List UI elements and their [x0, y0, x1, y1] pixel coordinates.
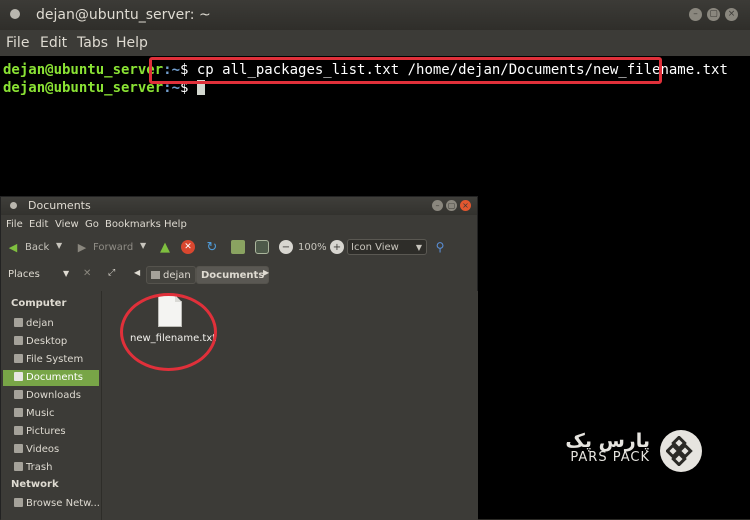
stop-icon[interactable]: ✕ — [181, 240, 195, 254]
sidebar: Computer dejan Desktop File System Docum… — [1, 291, 102, 520]
minimize-icon[interactable]: – — [689, 8, 702, 21]
close-icon[interactable]: × — [460, 200, 471, 211]
sidebar-item-label: Downloads — [26, 390, 81, 401]
view-mode-label: Icon View — [351, 242, 399, 253]
forward-arrow-icon[interactable]: ▶ — [75, 240, 89, 254]
computer-icon[interactable] — [255, 240, 269, 254]
pars-pack-logo — [660, 430, 702, 472]
app-menu-icon[interactable] — [10, 202, 17, 209]
maximize-icon[interactable]: ▢ — [707, 8, 720, 21]
home-icon — [14, 318, 23, 327]
desktop-icon — [14, 336, 23, 345]
file-manager-title: Documents — [28, 199, 91, 212]
crumb-left-arrow-icon[interactable]: ◀ — [134, 268, 140, 277]
zoom-out-icon[interactable]: − — [279, 240, 293, 254]
sidebar-item-label: Music — [26, 408, 55, 419]
sidebar-item-browse-network[interactable]: Browse Netw... — [3, 496, 99, 512]
music-icon — [14, 408, 23, 417]
menu-help[interactable]: Help — [164, 219, 187, 230]
search-icon[interactable]: ⚲ — [433, 240, 447, 254]
terminal-title: dejan@ubuntu_server: ~ — [36, 7, 211, 23]
menu-go[interactable]: Go — [85, 219, 99, 230]
drive-icon — [14, 354, 23, 363]
file-manager-menubar: File Edit View Go Bookmarks Help — [1, 215, 477, 235]
menu-file[interactable]: File — [6, 219, 23, 230]
breadcrumb-dejan[interactable]: dejan — [146, 266, 196, 284]
toggle-location-icon[interactable]: ⤢ — [108, 268, 115, 278]
menu-edit[interactable]: Edit — [40, 35, 67, 51]
sidebar-item-music[interactable]: Music — [3, 406, 99, 422]
trash-icon — [14, 462, 23, 471]
sidebar-heading-computer: Computer — [11, 298, 67, 309]
sidebar-item-label: dejan — [26, 318, 54, 329]
terminal-menubar: File Edit Tabs Help — [0, 30, 750, 56]
sidebar-item-label: Videos — [26, 444, 60, 455]
terminal-titlebar: dejan@ubuntu_server: ~ – ▢ × — [0, 0, 750, 30]
menu-edit[interactable]: Edit — [29, 219, 48, 230]
pars-pack-logo-icon — [666, 436, 693, 466]
sidebar-item-label: Desktop — [26, 336, 68, 347]
sidebar-item-dejan[interactable]: dejan — [3, 316, 99, 332]
file-manager-toolbar: ◀ Back ▼ ▶ Forward ▼ ▲ ✕ ↻ − 100% + Icon… — [1, 235, 477, 260]
videos-icon — [14, 444, 23, 453]
network-icon — [14, 498, 23, 507]
sidebar-item-pictures[interactable]: Pictures — [3, 424, 99, 440]
prompt-user: dejan@ubuntu_server — [3, 62, 164, 78]
crumb-right-arrow-icon[interactable]: ▶ — [263, 268, 269, 277]
download-icon — [14, 390, 23, 399]
pictures-icon — [14, 426, 23, 435]
sidebar-item-downloads[interactable]: Downloads — [3, 388, 99, 404]
forward-dropdown-icon[interactable]: ▼ — [140, 241, 146, 250]
folder-icon — [151, 271, 160, 279]
home-folder-icon[interactable] — [231, 240, 245, 254]
menu-file[interactable]: File — [6, 35, 29, 51]
menu-tabs[interactable]: Tabs — [77, 35, 108, 51]
menu-bookmarks[interactable]: Bookmarks — [105, 219, 161, 230]
prompt-user: dejan@ubuntu_server — [3, 80, 164, 96]
sidebar-item-trash[interactable]: Trash — [3, 460, 99, 476]
location-bar: Places ▼ ✕ ⤢ ◀ dejan Documents ▶ — [1, 259, 477, 292]
sidebar-item-label: Pictures — [26, 426, 66, 437]
places-label[interactable]: Places — [8, 269, 40, 280]
places-dropdown-icon[interactable]: ▼ — [63, 269, 69, 278]
up-arrow-icon[interactable]: ▲ — [158, 240, 172, 255]
breadcrumb-label: dejan — [163, 270, 191, 281]
watermark-text-fa: پارس پک — [565, 430, 650, 452]
close-icon[interactable]: × — [725, 8, 738, 21]
sidebar-item-desktop[interactable]: Desktop — [3, 334, 99, 350]
back-dropdown-icon[interactable]: ▼ — [56, 241, 62, 250]
view-mode-select[interactable]: Icon View ▼ — [347, 239, 427, 255]
reload-icon[interactable]: ↻ — [205, 240, 219, 255]
maximize-icon[interactable]: ▢ — [446, 200, 457, 211]
documents-icon — [14, 372, 23, 381]
file-manager-titlebar: Documents – ▢ × — [1, 197, 477, 215]
zoom-in-icon[interactable]: + — [330, 240, 344, 254]
back-arrow-icon[interactable]: ◀ — [6, 240, 20, 254]
sidebar-item-label: Documents — [26, 372, 84, 383]
sidebar-item-label: File System — [26, 354, 84, 365]
chevron-down-icon: ▼ — [415, 243, 422, 252]
menu-view[interactable]: View — [55, 219, 79, 230]
menu-help[interactable]: Help — [116, 35, 148, 51]
sidebar-item-documents[interactable]: Documents — [3, 370, 99, 386]
file-highlight-circle — [120, 293, 217, 371]
file-manager-window: Documents – ▢ × File Edit View Go Bookma… — [0, 196, 478, 520]
back-button[interactable]: Back — [25, 242, 49, 253]
minimize-icon[interactable]: – — [432, 200, 443, 211]
watermark-text-en: PARS PACK — [570, 450, 650, 465]
forward-button[interactable]: Forward — [93, 242, 133, 253]
zoom-level: 100% — [298, 242, 327, 253]
app-menu-icon[interactable] — [10, 9, 20, 19]
sidebar-item-file-system[interactable]: File System — [3, 352, 99, 368]
close-sidebar-icon[interactable]: ✕ — [83, 268, 91, 279]
command-highlight-box — [149, 57, 662, 84]
sidebar-item-videos[interactable]: Videos — [3, 442, 99, 458]
sidebar-item-label: Browse Netw... — [26, 498, 99, 509]
sidebar-heading-network: Network — [11, 479, 59, 490]
breadcrumb-documents[interactable]: Documents — [196, 266, 270, 284]
sidebar-item-label: Trash — [26, 462, 53, 473]
